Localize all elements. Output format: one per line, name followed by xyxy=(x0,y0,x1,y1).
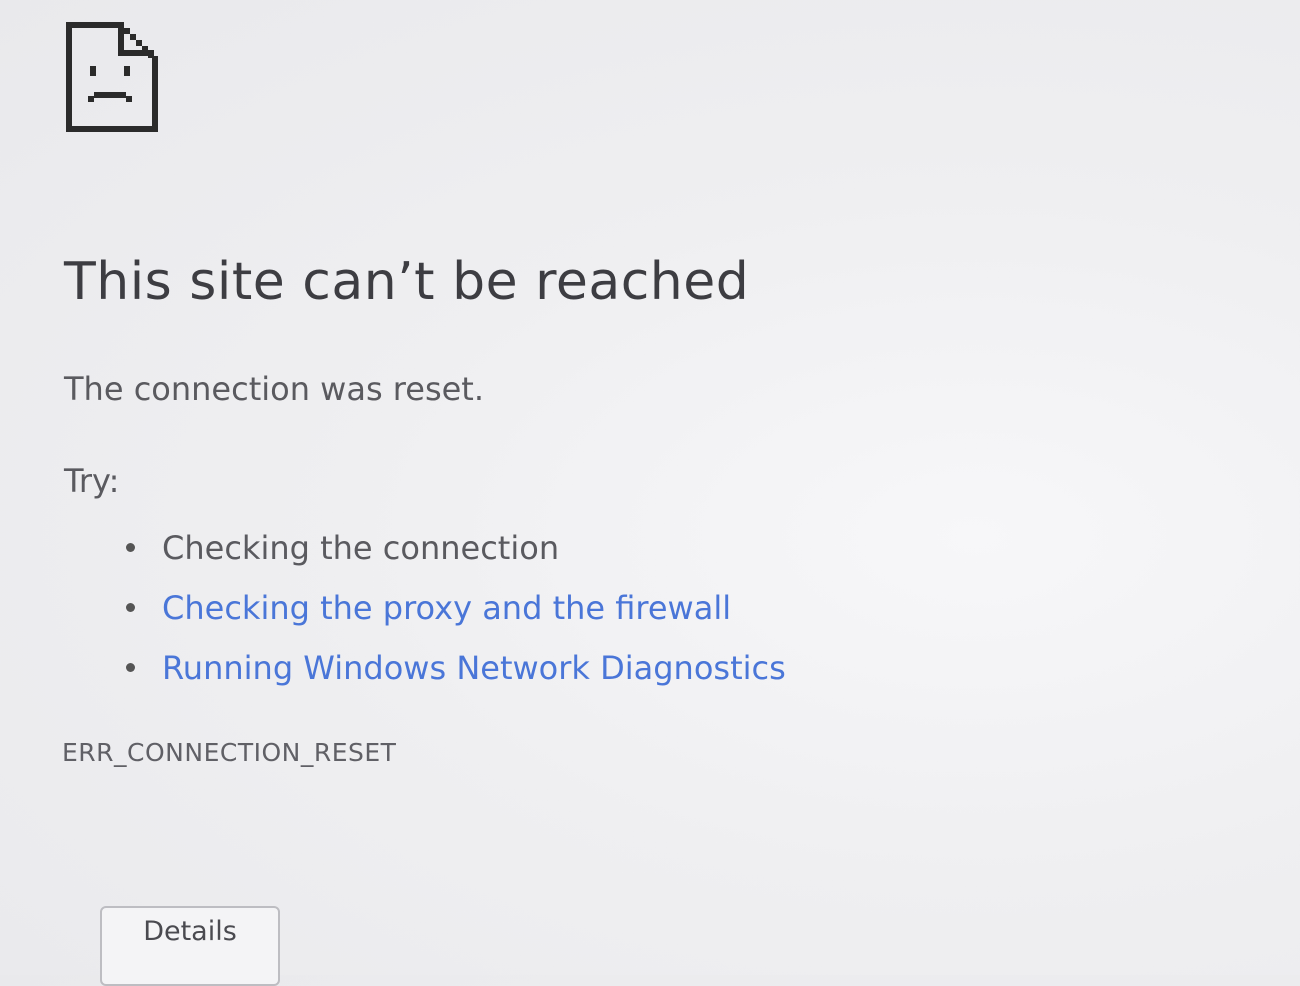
page-title: This site can’t be reached xyxy=(64,252,750,312)
suggestion-item-network-diagnostics: Running Windows Network Diagnostics xyxy=(120,642,786,702)
suggestion-text-connection: Checking the connection xyxy=(162,529,560,567)
error-message: The connection was reset. xyxy=(64,370,485,408)
sad-page-icon xyxy=(66,22,158,132)
proxy-firewall-link[interactable]: Checking the proxy and the firewall xyxy=(162,589,731,627)
error-code: ERR_CONNECTION_RESET xyxy=(62,738,397,767)
suggestion-item-proxy-firewall: Checking the proxy and the firewall xyxy=(120,582,786,642)
try-label: Try: xyxy=(64,462,120,500)
details-button[interactable]: Details xyxy=(100,906,280,986)
suggestion-list: Checking the connection Checking the pro… xyxy=(120,522,786,702)
suggestion-item-connection: Checking the connection xyxy=(120,522,786,582)
network-diagnostics-link[interactable]: Running Windows Network Diagnostics xyxy=(162,649,786,687)
